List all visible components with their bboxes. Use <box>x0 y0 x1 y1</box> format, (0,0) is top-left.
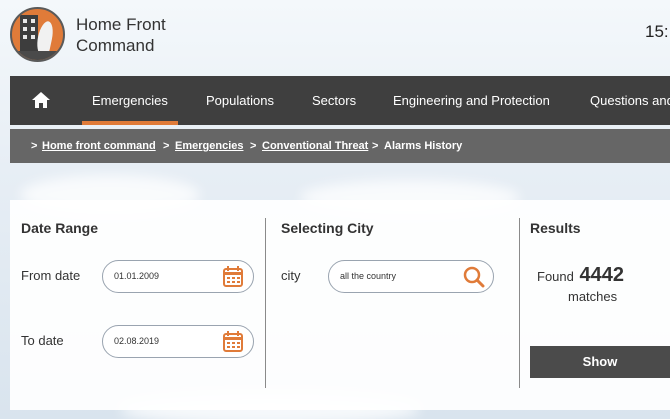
brand-line-1: Home Front <box>76 15 166 34</box>
to-date-field[interactable]: 02.08.2019 <box>102 325 254 358</box>
to-date-value: 02.08.2019 <box>114 336 160 346</box>
breadcrumb-conventional-threat[interactable]: Conventional Threat <box>262 140 368 152</box>
results-title: Results <box>530 220 581 236</box>
breadcrumb-home-front-command[interactable]: Home front command <box>42 140 156 152</box>
main-nav: Emergencies Populations Sectors Engineer… <box>10 76 670 125</box>
clock: 15: <box>645 22 669 41</box>
brand-name[interactable]: Home Front Command <box>76 14 166 56</box>
calendar-icon[interactable] <box>223 331 243 352</box>
from-date-label: From date <box>21 268 81 283</box>
breadcrumb-separator: > <box>31 140 38 152</box>
home-icon[interactable] <box>30 89 52 111</box>
brand-line-2: Command <box>76 36 155 55</box>
results-count: 4442 <box>579 264 625 286</box>
nav-item-engineering-protection[interactable]: Engineering and Protection <box>393 76 550 125</box>
breadcrumb-separator: > <box>250 140 257 152</box>
breadcrumb-alarms-history: Alarms History <box>384 140 463 152</box>
nav-item-sectors[interactable]: Sectors <box>312 76 356 125</box>
matches-label: matches <box>568 289 618 304</box>
to-date-label: To date <box>21 333 64 348</box>
nav-item-questions[interactable]: Questions and <box>590 76 670 125</box>
nav-item-populations[interactable]: Populations <box>206 76 274 125</box>
breadcrumb-emergencies[interactable]: Emergencies <box>175 140 243 152</box>
logo-base <box>12 51 63 60</box>
home-front-command-logo[interactable] <box>10 7 65 62</box>
column-divider <box>519 218 520 388</box>
breadcrumb-separator: > <box>372 140 379 152</box>
breadcrumb-separator: > <box>163 140 170 152</box>
city-search-field[interactable]: all the country <box>328 260 494 293</box>
city-search-value: all the country <box>340 271 397 281</box>
building-icon <box>20 15 38 53</box>
selecting-city-title: Selecting City <box>281 220 374 236</box>
breadcrumb: > Home front command > Emergencies > Con… <box>10 129 670 163</box>
nav-item-emergencies[interactable]: Emergencies <box>82 76 178 125</box>
site-header: Home Front Command 15: <box>0 0 670 75</box>
found-label: Found <box>537 269 574 284</box>
alarms-search-panel: Date Range From date 01.01.2009 To date … <box>10 200 670 410</box>
from-date-value: 01.01.2009 <box>114 271 160 281</box>
column-divider <box>265 218 266 388</box>
city-label: city <box>281 268 301 283</box>
results-found: Found 4442 <box>537 264 624 287</box>
date-range-title: Date Range <box>21 220 99 236</box>
from-date-field[interactable]: 01.01.2009 <box>102 260 254 293</box>
calendar-icon[interactable] <box>223 266 243 287</box>
search-icon[interactable] <box>463 266 485 288</box>
show-button[interactable]: Show <box>530 346 670 378</box>
